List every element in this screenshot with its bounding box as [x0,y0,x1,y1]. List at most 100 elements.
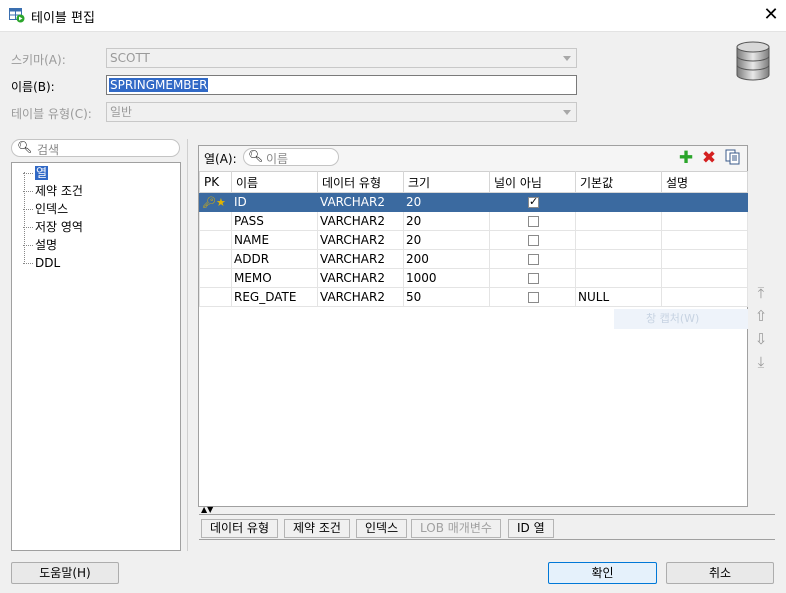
columns-table: PK 이름 데이터 유형 크기 널이 아님 기본값 설명 🔑︎★ ID VARCHA… [199,171,748,307]
pk-cell[interactable]: 🔑︎★ [199,192,232,212]
title-bar [0,0,786,32]
column-name-cell[interactable]: MEMO [231,268,318,288]
header-default[interactable]: 기본값 [575,171,662,193]
size-cell[interactable]: 20 [403,211,490,231]
size-cell[interactable]: 200 [403,249,490,269]
not-null-checkbox[interactable] [528,235,539,246]
cancel-button[interactable]: 취소 [666,562,774,584]
data-type-cell[interactable]: VARCHAR2 [317,211,404,231]
add-column-button[interactable]: ✚ [677,149,695,167]
column-name-cell[interactable]: ADDR [231,249,318,269]
comment-cell[interactable] [661,211,748,231]
comment-cell[interactable] [661,230,748,250]
column-name-cell[interactable]: PASS [231,211,318,231]
header-data-type[interactable]: 데이터 유형 [317,171,404,193]
nav-item-columns[interactable]: 열 [23,165,49,182]
nav-search-input[interactable]: 🔍︎ 검색 [11,139,180,157]
pk-cell[interactable] [199,230,232,250]
not-null-checkbox[interactable] [528,195,539,208]
nav-item-indexes[interactable]: 인덱스 [23,201,68,218]
default-cell[interactable] [575,268,662,288]
pk-cell[interactable] [199,287,232,307]
chevron-down-icon [563,56,571,61]
not-null-checkbox[interactable] [528,292,539,303]
tab-indexes[interactable]: 인덱스 [356,519,408,538]
not-null-cell [489,287,576,307]
size-cell[interactable]: 1000 [403,268,490,288]
not-null-cell [489,230,576,250]
default-cell[interactable] [575,230,662,250]
default-cell[interactable] [575,192,662,212]
move-top-button[interactable]: ⤒ [752,284,770,302]
nav-item-constraints[interactable]: 제약 조건 [23,183,83,200]
schema-value: SCOTT [110,51,150,65]
ok-button[interactable]: 확인 [548,562,657,584]
header-not-null[interactable]: 널이 아님 [489,171,576,193]
default-cell[interactable]: NULL [575,287,662,307]
table-type-label: 테이블 유형(C): [11,107,92,121]
pk-cell[interactable] [199,211,232,231]
table-row[interactable]: ADDR VARCHAR2 200 [199,249,748,269]
column-search-input[interactable]: 🔍︎ 이름 [243,148,339,166]
nav-search-placeholder: 검색 [37,143,60,157]
primary-key-icon: 🔑︎★ [202,196,226,209]
comment-cell[interactable] [661,192,748,212]
default-cell[interactable] [575,211,662,231]
not-null-checkbox[interactable] [528,273,539,284]
data-type-cell[interactable]: VARCHAR2 [317,287,404,307]
pk-cell[interactable] [199,268,232,288]
close-button[interactable]: ✕ [760,3,782,27]
search-icon: 🔍︎ [17,140,33,154]
column-name-cell[interactable]: ID [231,192,318,212]
header-pk[interactable]: PK [199,171,232,193]
copy-column-button[interactable] [724,149,742,167]
table-name-input[interactable]: SPRINGMEMBER [106,75,577,95]
table-row[interactable]: PASS VARCHAR2 20 [199,211,748,231]
nav-item-storage[interactable]: 저장 영역 [23,219,83,236]
not-null-checkbox[interactable] [528,216,539,227]
panel-splitter[interactable] [187,139,188,551]
help-button[interactable]: 도움말(H) [11,562,119,584]
not-null-cell [489,211,576,231]
table-edit-icon [9,8,25,23]
comment-cell[interactable] [661,249,748,269]
pk-cell[interactable] [199,249,232,269]
data-type-cell[interactable]: VARCHAR2 [317,230,404,250]
size-cell[interactable]: 50 [403,287,490,307]
table-name-value: SPRINGMEMBER [109,78,209,92]
size-cell[interactable]: 20 [403,192,490,212]
tab-data-type[interactable]: 데이터 유형 [201,519,279,538]
header-comment[interactable]: 설명 [661,171,748,193]
chevron-down-icon [563,110,571,115]
database-icon [736,41,770,84]
nav-item-ddl[interactable]: DDL [23,255,60,272]
data-type-cell[interactable]: VARCHAR2 [317,192,404,212]
column-search-placeholder: 이름 [266,152,289,166]
not-null-cell [489,192,576,212]
not-null-checkbox[interactable] [528,254,539,265]
header-size[interactable]: 크기 [403,171,490,193]
table-row[interactable]: NAME VARCHAR2 20 [199,230,748,250]
tab-identity-column[interactable]: ID 열 [508,519,554,538]
table-row[interactable]: 🔑︎★ ID VARCHAR2 20 [199,192,748,212]
detail-splitter[interactable]: ▲▼ [199,505,775,515]
schema-label: 스키마(A): [11,53,66,67]
comment-cell[interactable] [661,268,748,288]
nav-item-comment[interactable]: 설명 [23,237,57,254]
move-up-button[interactable]: ⇧ [752,307,770,325]
delete-column-button[interactable]: ✖ [700,149,718,167]
data-type-cell[interactable]: VARCHAR2 [317,268,404,288]
header-name[interactable]: 이름 [231,171,318,193]
columns-label: 열(A): [204,152,237,166]
data-type-cell[interactable]: VARCHAR2 [317,249,404,269]
column-name-cell[interactable]: REG_DATE [231,287,318,307]
table-row[interactable]: REG_DATE VARCHAR2 50 NULL [199,287,748,307]
table-row[interactable]: MEMO VARCHAR2 1000 [199,268,748,288]
comment-cell[interactable] [661,287,748,307]
move-down-button[interactable]: ⇩ [752,330,770,348]
move-bottom-button[interactable]: ⤓ [752,353,770,371]
column-name-cell[interactable]: NAME [231,230,318,250]
default-cell[interactable] [575,249,662,269]
tab-constraints[interactable]: 제약 조건 [284,519,350,538]
size-cell[interactable]: 20 [403,230,490,250]
